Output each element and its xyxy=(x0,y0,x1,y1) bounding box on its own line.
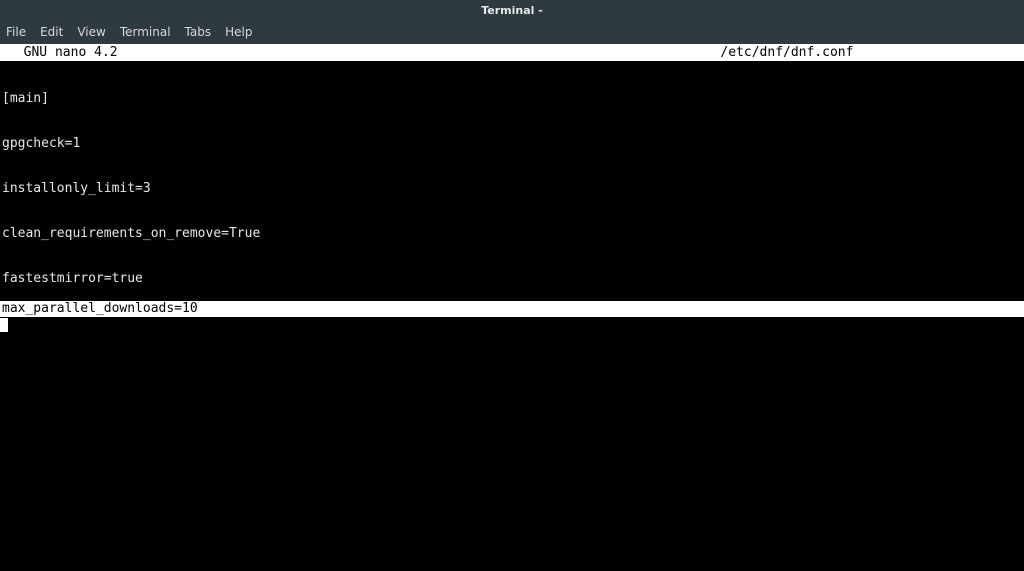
nano-version: GNU nano 4.2 xyxy=(0,44,126,61)
file-line: fastestmirror=true xyxy=(2,271,1024,286)
nano-titlebar: GNU nano 4.2 /etc/dnf/dnf.conf xyxy=(0,44,1024,61)
file-line: installonly_limit=3 xyxy=(2,181,1024,196)
editor-content[interactable]: [main] gpgcheck=1 installonly_limit=3 cl… xyxy=(0,61,1024,301)
cursor-line xyxy=(0,317,1024,332)
file-line-highlighted: max_parallel_downloads=10 xyxy=(0,301,1024,317)
menubar: File Edit View Terminal Tabs Help xyxy=(0,20,1024,44)
file-line: [main] xyxy=(2,91,1024,106)
menu-help[interactable]: Help xyxy=(225,25,252,39)
text-cursor xyxy=(0,318,8,332)
window-titlebar: Terminal - xyxy=(0,0,1024,20)
window-title: Terminal - xyxy=(481,4,543,17)
menu-view[interactable]: View xyxy=(77,25,105,39)
nano-header-spacer xyxy=(126,44,721,61)
menu-tabs[interactable]: Tabs xyxy=(185,25,212,39)
menu-edit[interactable]: Edit xyxy=(40,25,63,39)
menu-terminal[interactable]: Terminal xyxy=(120,25,171,39)
file-line: clean_requirements_on_remove=True xyxy=(2,226,1024,241)
menu-file[interactable]: File xyxy=(6,25,26,39)
nano-filename: /etc/dnf/dnf.conf xyxy=(720,44,1024,61)
file-line: gpgcheck=1 xyxy=(2,136,1024,151)
